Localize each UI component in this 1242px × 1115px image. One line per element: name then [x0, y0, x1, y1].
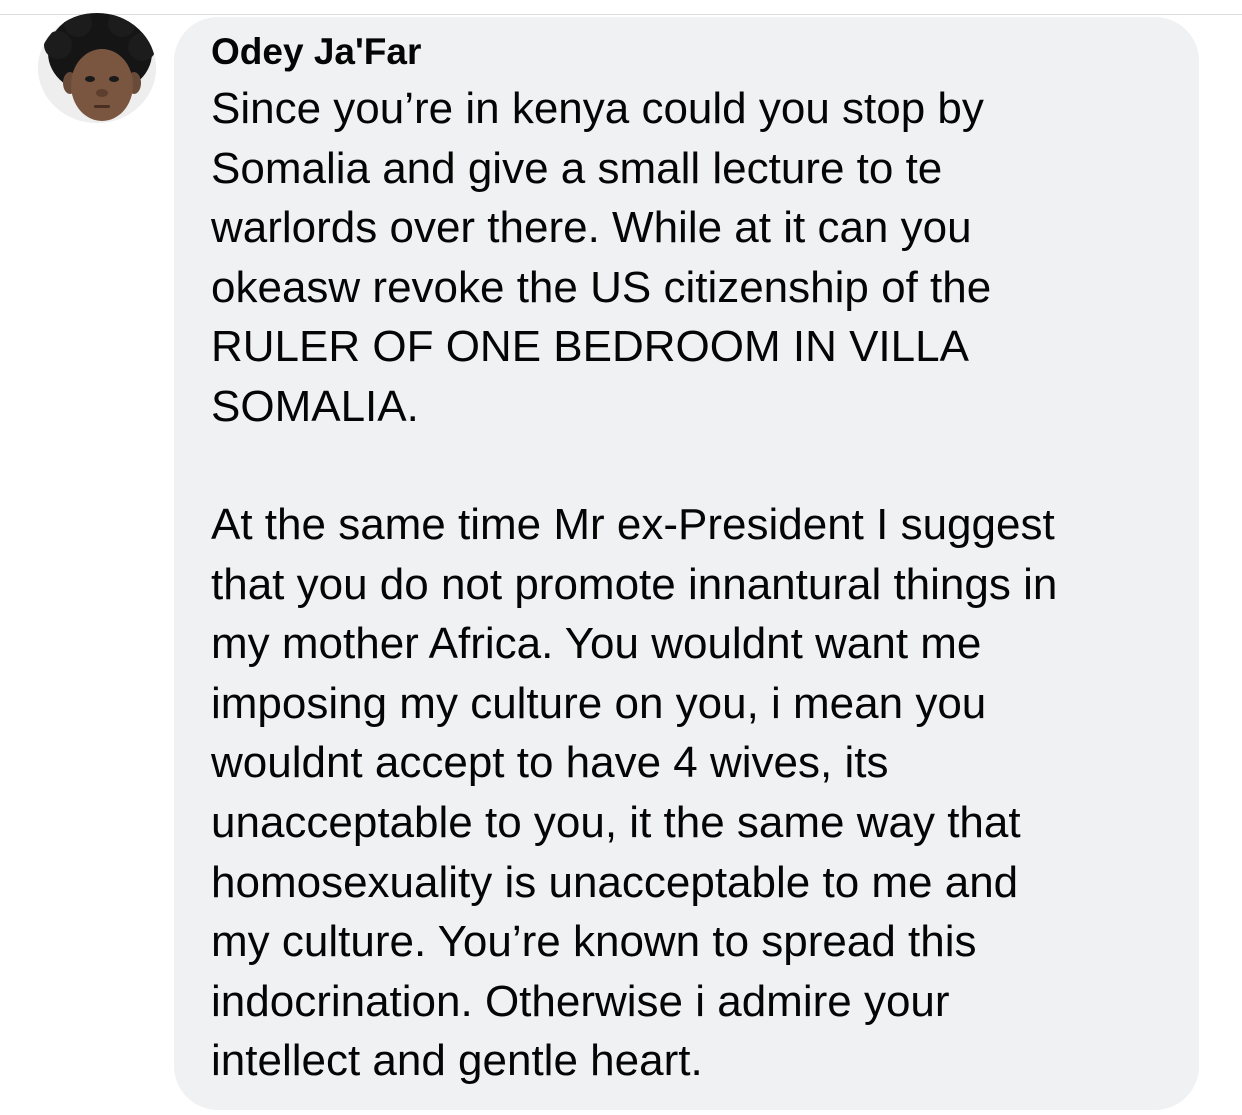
comment-text-line: warlords over there. While at it can you	[211, 203, 972, 253]
comment-text-line: Somalia and give a small lecture to te	[211, 143, 943, 193]
comment-text-line: my mother Africa. You wouldnt want me	[211, 619, 982, 669]
comment-text-line: unacceptable to you, it the same way tha…	[211, 797, 1021, 847]
comment-text-line: intellect and gentle heart.	[211, 1036, 703, 1086]
comment-author-name[interactable]: Odey Ja'Far	[211, 31, 421, 73]
comment-text-line: homosexuality is unacceptable to me and	[211, 857, 1019, 907]
divider	[0, 14, 1242, 15]
comment-text-line: At the same time Mr ex-President I sugge…	[211, 500, 1055, 549]
comment-text-line: that you do not promote innantural thing…	[211, 559, 1058, 609]
comment-text-line: indocrination. Otherwise i admire your	[211, 976, 950, 1026]
comment-paragraph: Since you’re in kenya could you stop by …	[211, 79, 1186, 437]
comment-text-line: RULER OF ONE BEDROOM IN VILLA	[211, 322, 969, 372]
comment-text-line: wouldnt accept to have 4 wives, its	[211, 738, 889, 788]
comment-text-line: SOMALIA.	[211, 381, 419, 431]
comment-text-line: okeasw revoke the US citizenship of the	[211, 262, 992, 312]
comment-bubble: Odey Ja'Far Since you’re in kenya could …	[174, 17, 1199, 1110]
avatar[interactable]	[38, 13, 156, 123]
comment-thread: Odey Ja'Far Since you’re in kenya could …	[0, 0, 1242, 1115]
comment-text-line: imposing my culture on you, i mean you	[211, 678, 987, 728]
comment-text-line: Since you’re in kenya could you stop by	[211, 84, 984, 133]
comment-paragraph: At the same time Mr ex-President I sugge…	[211, 495, 1186, 1091]
comment-text-line: my culture. You’re known to spread this	[211, 917, 977, 967]
